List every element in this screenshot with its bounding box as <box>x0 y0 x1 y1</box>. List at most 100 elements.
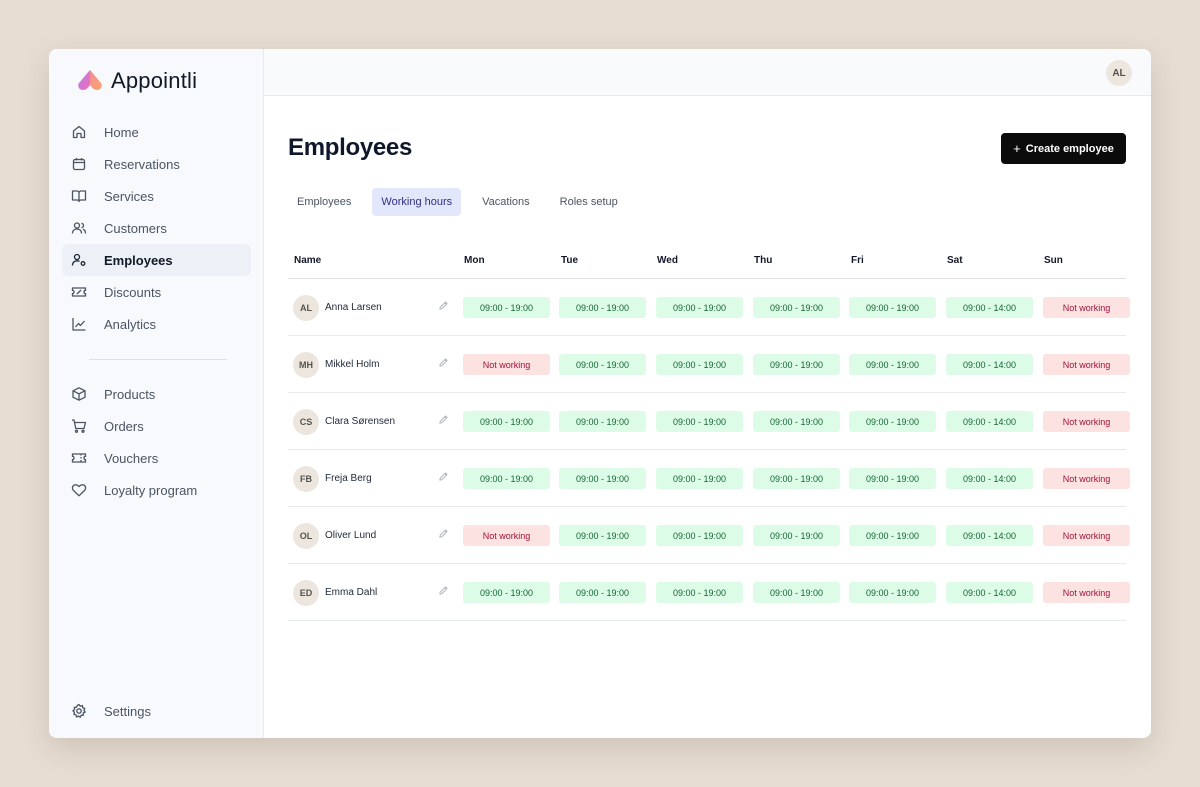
nav-item-services[interactable]: Services <box>62 180 251 212</box>
nav-item-reservations[interactable]: Reservations <box>62 148 251 180</box>
hours-pill-tue[interactable]: 09:00 - 19:00 <box>559 582 646 603</box>
edit-pencil-icon[interactable] <box>438 528 450 542</box>
hours-pill-sat[interactable]: 09:00 - 14:00 <box>946 468 1033 489</box>
hours-pill-wed[interactable]: 09:00 - 19:00 <box>656 525 743 546</box>
nav-item-loyalty-program[interactable]: Loyalty program <box>62 474 251 506</box>
hours-pill-sun[interactable]: Not working <box>1043 354 1130 375</box>
nav-item-settings[interactable]: Settings <box>62 695 251 727</box>
create-employee-button[interactable]: + Create employee <box>1001 133 1126 164</box>
hours-pill-mon[interactable]: 09:00 - 19:00 <box>463 468 550 489</box>
hours-pill-wed[interactable]: 09:00 - 19:00 <box>656 297 743 318</box>
hours-pill-sat[interactable]: 09:00 - 14:00 <box>946 582 1033 603</box>
tab-employees[interactable]: Employees <box>288 188 360 216</box>
hours-pill-sun[interactable]: Not working <box>1043 582 1130 603</box>
hours-pill-thu[interactable]: 09:00 - 19:00 <box>753 354 840 375</box>
nav-item-home[interactable]: Home <box>62 116 251 148</box>
hours-pill-sun[interactable]: Not working <box>1043 525 1130 546</box>
secondary-nav: Products Orders Vouchers Loyalty program <box>62 378 251 506</box>
hours-pill-sun[interactable]: Not working <box>1043 468 1130 489</box>
employee-name: Freja Berg <box>325 473 372 484</box>
box-icon <box>71 386 87 402</box>
gear-icon <box>71 703 87 719</box>
hours-pill-tue[interactable]: 09:00 - 19:00 <box>559 297 646 318</box>
edit-pencil-icon[interactable] <box>438 471 450 485</box>
hours-pill-sat[interactable]: 09:00 - 14:00 <box>946 411 1033 432</box>
hours-pill-fri[interactable]: 09:00 - 19:00 <box>849 468 936 489</box>
hours-pill-mon[interactable]: 09:00 - 19:00 <box>463 297 550 318</box>
column-header-thu: Thu <box>754 255 773 266</box>
cart-icon <box>71 418 87 434</box>
hours-pill-sat[interactable]: 09:00 - 14:00 <box>946 354 1033 375</box>
hours-pill-fri[interactable]: 09:00 - 19:00 <box>849 354 936 375</box>
column-header-sun: Sun <box>1044 255 1063 266</box>
table-row: ED Emma Dahl 09:00 - 19:00 09:00 - 19:00 09:… <box>288 564 1130 621</box>
employee-avatar: MH <box>293 352 319 378</box>
hours-pill-sun[interactable]: Not working <box>1043 297 1130 318</box>
table-row: MH Mikkel Holm Not working 09:00 - 19:00 09:… <box>288 336 1130 393</box>
hours-pill-wed[interactable]: 09:00 - 19:00 <box>656 582 743 603</box>
hours-pill-thu[interactable]: 09:00 - 19:00 <box>753 411 840 432</box>
edit-pencil-icon[interactable] <box>438 414 450 428</box>
ticket-icon <box>71 284 87 300</box>
hours-pill-tue[interactable]: 09:00 - 19:00 <box>559 411 646 432</box>
hours-pill-thu[interactable]: 09:00 - 19:00 <box>753 468 840 489</box>
user-avatar[interactable]: AL <box>1106 60 1132 86</box>
nav-item-employees[interactable]: Employees <box>62 244 251 276</box>
nav-item-orders[interactable]: Orders <box>62 410 251 442</box>
column-header-fri: Fri <box>851 255 864 266</box>
employee-name: Mikkel Holm <box>325 359 380 370</box>
nav-label: Analytics <box>104 316 157 332</box>
primary-nav: Home Reservations Services Customers Emp… <box>62 116 251 340</box>
nav-item-analytics[interactable]: Analytics <box>62 308 251 340</box>
tab-roles-setup[interactable]: Roles setup <box>551 188 627 216</box>
users-icon <box>71 220 87 236</box>
hours-pill-wed[interactable]: 09:00 - 19:00 <box>656 411 743 432</box>
hours-pill-fri[interactable]: 09:00 - 19:00 <box>849 582 936 603</box>
edit-pencil-icon[interactable] <box>438 357 450 371</box>
column-header-sat: Sat <box>947 255 963 266</box>
sidebar: Appointli Home Reservations Services Cus… <box>49 49 264 738</box>
app-window: Appointli Home Reservations Services Cus… <box>49 49 1151 738</box>
hours-pill-wed[interactable]: 09:00 - 19:00 <box>656 468 743 489</box>
nav-item-customers[interactable]: Customers <box>62 212 251 244</box>
hours-pill-thu[interactable]: 09:00 - 19:00 <box>753 525 840 546</box>
hours-pill-mon[interactable]: 09:00 - 19:00 <box>463 582 550 603</box>
tab-working-hours[interactable]: Working hours <box>372 188 462 216</box>
tab-vacations[interactable]: Vacations <box>473 188 539 216</box>
table-body: AL Anna Larsen 09:00 - 19:00 09:00 - 19:00 0… <box>288 279 1130 621</box>
logo[interactable]: Appointli <box>76 68 197 94</box>
hours-pill-tue[interactable]: 09:00 - 19:00 <box>559 468 646 489</box>
table-header: Name Mon Tue Wed Thu Fri Sat Sun <box>288 244 1126 279</box>
hours-pill-mon[interactable]: 09:00 - 19:00 <box>463 411 550 432</box>
hours-pill-thu[interactable]: 09:00 - 19:00 <box>753 582 840 603</box>
nav-item-discounts[interactable]: Discounts <box>62 276 251 308</box>
nav-label: Customers <box>104 220 167 236</box>
hours-pill-fri[interactable]: 09:00 - 19:00 <box>849 411 936 432</box>
hours-pill-thu[interactable]: 09:00 - 19:00 <box>753 297 840 318</box>
hours-pill-mon[interactable]: Not working <box>463 525 550 546</box>
hours-pill-mon[interactable]: Not working <box>463 354 550 375</box>
nav-item-products[interactable]: Products <box>62 378 251 410</box>
working-hours-table: Name Mon Tue Wed Thu Fri Sat Sun AL Anna … <box>288 244 1130 621</box>
nav-label: Products <box>104 386 156 402</box>
employee-name: Clara Sørensen <box>325 416 396 427</box>
hours-pill-tue[interactable]: 09:00 - 19:00 <box>559 354 646 375</box>
hours-pill-fri[interactable]: 09:00 - 19:00 <box>849 525 936 546</box>
nav-label: Settings <box>104 703 151 719</box>
hours-pill-sun[interactable]: Not working <box>1043 411 1130 432</box>
hours-pill-sat[interactable]: 09:00 - 14:00 <box>946 297 1033 318</box>
app-name: Appointli <box>111 68 198 93</box>
chart-line-icon <box>71 316 87 332</box>
table-row: FB Freja Berg 09:00 - 19:00 09:00 - 19:00 09… <box>288 450 1130 507</box>
hours-pill-tue[interactable]: 09:00 - 19:00 <box>559 525 646 546</box>
create-employee-label: Create employee <box>1025 142 1114 155</box>
nav-label: Home <box>104 124 139 140</box>
nav-item-vouchers[interactable]: Vouchers <box>62 442 251 474</box>
employee-avatar: AL <box>293 295 319 321</box>
nav-label: Employees <box>104 252 173 268</box>
hours-pill-fri[interactable]: 09:00 - 19:00 <box>849 297 936 318</box>
hours-pill-sat[interactable]: 09:00 - 14:00 <box>946 525 1033 546</box>
edit-pencil-icon[interactable] <box>438 585 450 599</box>
edit-pencil-icon[interactable] <box>438 300 450 314</box>
hours-pill-wed[interactable]: 09:00 - 19:00 <box>656 354 743 375</box>
